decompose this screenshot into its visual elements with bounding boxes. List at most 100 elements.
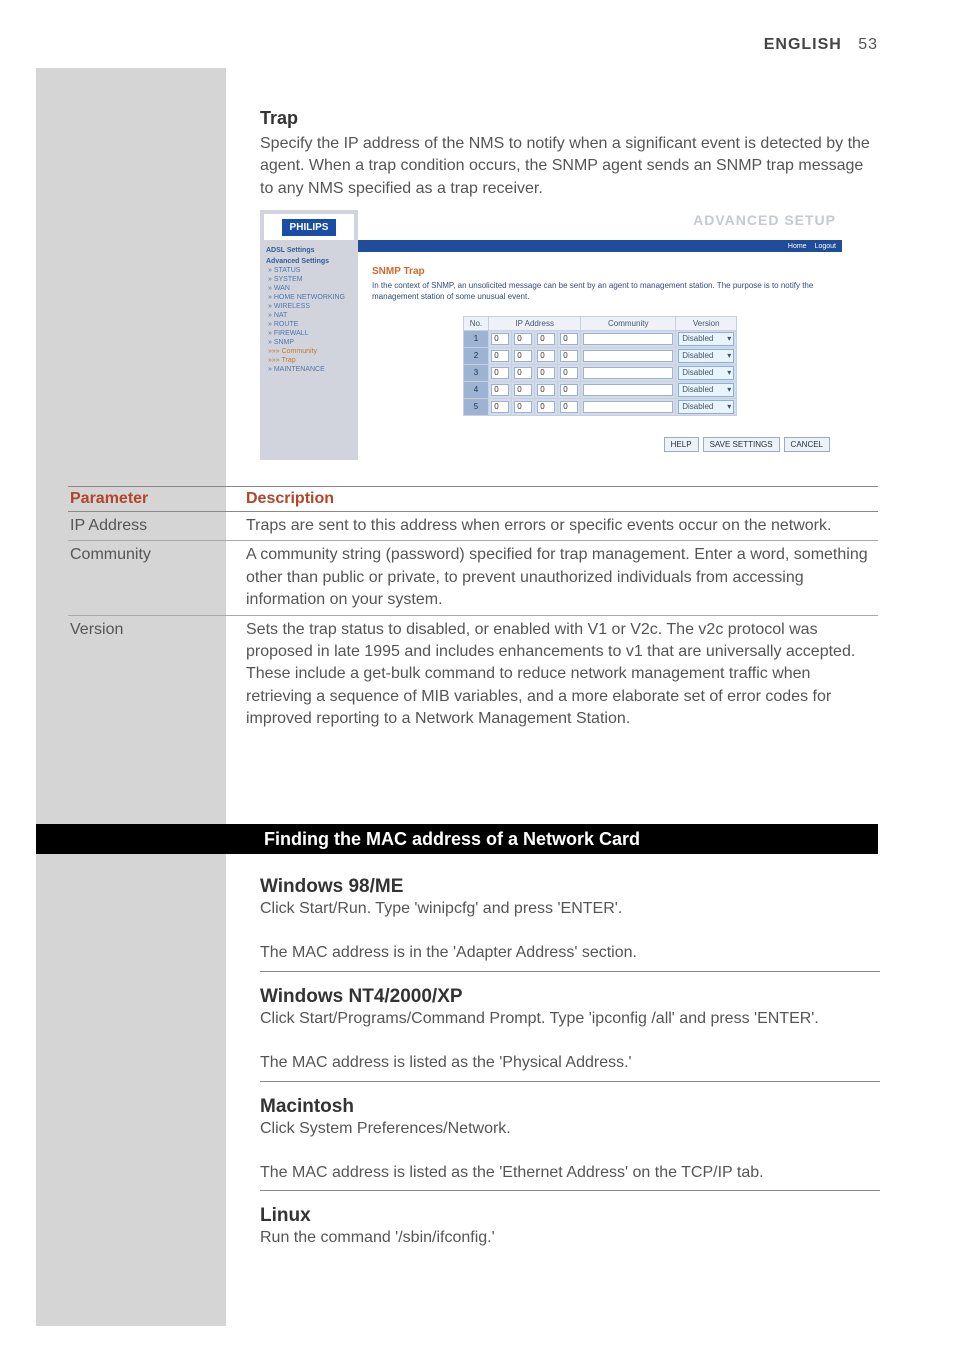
- trap-heading: Trap: [260, 108, 880, 129]
- sidebar-item[interactable]: » MAINTENANCE: [260, 365, 358, 374]
- param-row: Community A community string (password) …: [68, 541, 878, 615]
- embedded-screenshot: PHILIPS ADSL Settings Advanced Settings …: [260, 210, 842, 460]
- shot-snmp-desc: In the context of SNMP, an unsolicited m…: [372, 281, 828, 302]
- ip-octet-input[interactable]: 0: [560, 384, 578, 396]
- ip-octet-input[interactable]: 0: [537, 350, 555, 362]
- table-row: 4 0 0 0 0 Disabled: [463, 381, 736, 398]
- table-row: 5 0 0 0 0 Disabled: [463, 398, 736, 415]
- ip-octet-input[interactable]: 0: [514, 384, 532, 396]
- sidebar-item[interactable]: » STATUS: [260, 266, 358, 275]
- ip-octet-input[interactable]: 0: [537, 367, 555, 379]
- sidebar-item[interactable]: » WIRELESS: [260, 302, 358, 311]
- ip-octet-input[interactable]: 0: [560, 367, 578, 379]
- sidebar-item-community[interactable]: »»» Community: [260, 347, 358, 356]
- mac-line1: Click System Preferences/Network.: [260, 1118, 880, 1140]
- ip-octet-input[interactable]: 0: [537, 333, 555, 345]
- ip-octet-input[interactable]: 0: [514, 367, 532, 379]
- sidebar-item-trap[interactable]: »»» Trap: [260, 356, 358, 365]
- ip-octet-input[interactable]: 0: [514, 333, 532, 345]
- table-row: 1 0 0 0 0 Disabled: [463, 330, 736, 347]
- param-name: Version: [68, 616, 244, 734]
- shot-main: ADVANCED SETUP Home Logout SNMP Trap In …: [358, 210, 842, 460]
- win98-line2: The MAC address is in the 'Adapter Addre…: [260, 942, 880, 964]
- mac-heading: Macintosh: [260, 1096, 880, 1118]
- ip-octet-input[interactable]: 0: [560, 350, 578, 362]
- shot-button-row: HELP SAVE SETTINGS CANCEL: [664, 437, 830, 452]
- param-header-parameter: Parameter: [68, 487, 244, 511]
- ip-octet-input[interactable]: 0: [491, 350, 509, 362]
- param-header-description: Description: [244, 487, 878, 511]
- ip-octet-input[interactable]: 0: [560, 401, 578, 413]
- parameter-table: Parameter Description IP Address Traps a…: [68, 486, 878, 734]
- table-row: 3 0 0 0 0 Disabled: [463, 364, 736, 381]
- save-settings-button[interactable]: SAVE SETTINGS: [703, 437, 780, 452]
- ip-octet-input[interactable]: 0: [491, 333, 509, 345]
- version-select[interactable]: Disabled: [678, 400, 734, 414]
- black-bar-spacer: [36, 824, 260, 854]
- community-input[interactable]: [583, 384, 673, 396]
- community-input[interactable]: [583, 333, 673, 345]
- param-row: IP Address Traps are sent to this addres…: [68, 512, 878, 541]
- winnt-line1: Click Start/Programs/Command Prompt. Typ…: [260, 1008, 880, 1030]
- shot-sidebar: PHILIPS ADSL Settings Advanced Settings …: [260, 210, 358, 460]
- param-row: Version Sets the trap status to disabled…: [68, 616, 878, 734]
- sidebar-item[interactable]: » NAT: [260, 311, 358, 320]
- page-number: 53: [858, 36, 878, 53]
- community-input[interactable]: [583, 350, 673, 362]
- ip-octet-input[interactable]: 0: [491, 401, 509, 413]
- sidebar-item[interactable]: » SNMP: [260, 338, 358, 347]
- linux-line1: Run the command '/sbin/ifconfig.': [260, 1227, 880, 1249]
- version-select[interactable]: Disabled: [678, 366, 734, 380]
- topbar-logout[interactable]: Logout: [815, 243, 836, 250]
- th-ip: IP Address: [489, 316, 581, 330]
- sidebar-item[interactable]: » SYSTEM: [260, 275, 358, 284]
- page-header: ENGLISH 53: [764, 36, 878, 54]
- version-select[interactable]: Disabled: [678, 349, 734, 363]
- param-name: IP Address: [68, 512, 244, 540]
- version-select[interactable]: Disabled: [678, 383, 734, 397]
- param-desc: Traps are sent to this address when erro…: [244, 512, 878, 540]
- help-button[interactable]: HELP: [664, 437, 699, 452]
- snmp-trap-table: No. IP Address Community Version 1 0 0 0…: [463, 316, 737, 416]
- winnt-heading: Windows NT4/2000/XP: [260, 986, 880, 1008]
- row-no: 4: [463, 381, 488, 398]
- mac-line2: The MAC address is listed as the 'Ethern…: [260, 1162, 880, 1184]
- ip-octet-input[interactable]: 0: [514, 401, 532, 413]
- divider: [260, 971, 880, 972]
- trap-text: Specify the IP address of the NMS to not…: [260, 133, 880, 200]
- param-name: Community: [68, 541, 244, 614]
- th-no: No.: [463, 316, 488, 330]
- black-bar-title: Finding the MAC address of a Network Car…: [260, 824, 878, 854]
- shot-title: ADVANCED SETUP: [693, 212, 836, 228]
- cancel-button[interactable]: CANCEL: [784, 437, 830, 452]
- row-no: 3: [463, 364, 488, 381]
- param-header-row: Parameter Description: [68, 486, 878, 512]
- sidebar-item[interactable]: » FIREWALL: [260, 329, 358, 338]
- row-no: 5: [463, 398, 488, 415]
- ip-octet-input[interactable]: 0: [491, 384, 509, 396]
- divider: [260, 1190, 880, 1191]
- ip-octet-input[interactable]: 0: [491, 367, 509, 379]
- divider: [260, 1081, 880, 1082]
- shot-logo: PHILIPS: [264, 214, 354, 240]
- table-row: 2 0 0 0 0 Disabled: [463, 347, 736, 364]
- ip-octet-input[interactable]: 0: [514, 350, 532, 362]
- th-ver: Version: [676, 316, 737, 330]
- ip-octet-input[interactable]: 0: [560, 333, 578, 345]
- sidebar-item[interactable]: » WAN: [260, 284, 358, 293]
- ip-octet-input[interactable]: 0: [537, 384, 555, 396]
- version-select[interactable]: Disabled: [678, 332, 734, 346]
- black-heading-bar: Finding the MAC address of a Network Car…: [36, 824, 878, 854]
- community-input[interactable]: [583, 367, 673, 379]
- community-input[interactable]: [583, 401, 673, 413]
- sidebar-item[interactable]: » ROUTE: [260, 320, 358, 329]
- sidebar-item[interactable]: » HOME NETWORKING: [260, 293, 358, 302]
- win98-line1: Click Start/Run. Type 'winipcfg' and pre…: [260, 898, 880, 920]
- topbar-home[interactable]: Home: [788, 243, 807, 250]
- shot-logo-text: PHILIPS: [282, 219, 337, 236]
- shot-topbar: Home Logout: [358, 240, 842, 252]
- win98-heading: Windows 98/ME: [260, 876, 880, 898]
- ip-octet-input[interactable]: 0: [537, 401, 555, 413]
- shot-snmp-heading: SNMP Trap: [372, 266, 828, 277]
- param-desc: A community string (password) specified …: [244, 541, 878, 614]
